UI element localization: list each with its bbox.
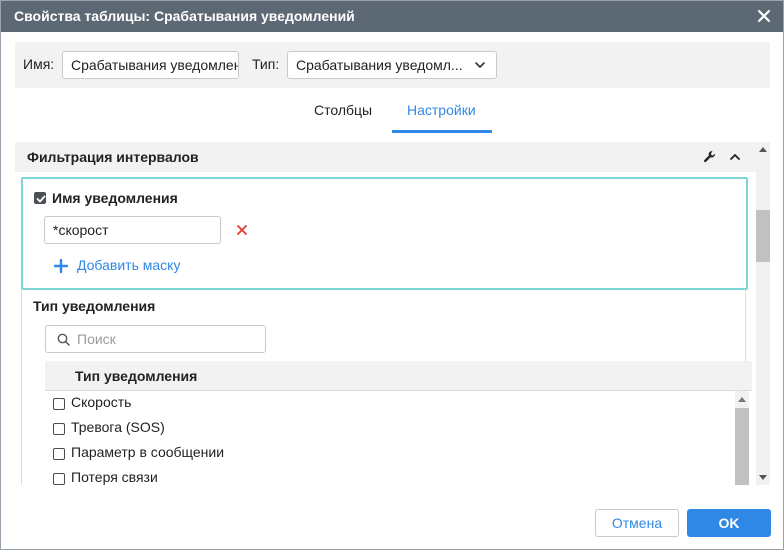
scroll-thumb[interactable] [756, 210, 770, 262]
interval-filter-header: Фильтрация интервалов [15, 142, 756, 172]
list-item[interactable]: Скорость [45, 391, 735, 416]
name-label: Имя: [23, 56, 55, 72]
type-select-value: Срабатывания уведомл... [296, 57, 463, 73]
tab-columns[interactable]: Столбцы [314, 102, 372, 118]
scroll-up-arrow-icon[interactable] [738, 397, 746, 402]
type-checkbox[interactable] [53, 473, 65, 485]
notification-type-filter: Тип уведомления Поиск Тип уведомления Ск… [21, 290, 752, 485]
notification-name-label: Имя уведомления [52, 190, 178, 206]
chevron-down-icon [475, 62, 485, 68]
search-icon [57, 333, 70, 346]
type-checkbox[interactable] [53, 448, 65, 460]
scroll-thumb[interactable] [735, 408, 749, 485]
type-select[interactable]: Срабатывания уведомл... [287, 51, 497, 79]
scroll-down-arrow-icon[interactable] [759, 475, 767, 480]
type-list-scrollbar[interactable] [735, 391, 749, 485]
type-item-label: Тревога (SOS) [71, 419, 165, 435]
wrench-icon[interactable] [703, 150, 717, 164]
list-item[interactable]: Тревога (SOS) [45, 416, 735, 441]
type-item-label: Потеря связи [71, 469, 158, 485]
type-checkbox[interactable] [53, 423, 65, 435]
search-placeholder: Поиск [77, 331, 116, 347]
type-item-label: Параметр в сообщении [71, 444, 225, 460]
scroll-up-arrow-icon[interactable] [759, 147, 767, 152]
properties-bar: Имя: Срабатывания уведомлени Тип: Срабат… [15, 42, 770, 88]
add-mask-label: Добавить маску [77, 257, 181, 273]
mask-input[interactable]: *скорост [44, 216, 221, 244]
notification-type-label: Тип уведомления [33, 298, 156, 314]
tab-settings[interactable]: Настройки [407, 102, 476, 118]
name-input[interactable]: Срабатывания уведомлени [62, 51, 239, 79]
interval-filter-title: Фильтрация интервалов [27, 149, 199, 165]
type-checkbox[interactable] [53, 398, 65, 410]
tab-bar: Столбцы Настройки [15, 88, 770, 134]
type-label: Тип: [252, 56, 280, 72]
chevron-up-icon[interactable] [729, 151, 741, 163]
delete-x-icon[interactable] [236, 224, 248, 236]
type-item-label: Скорость [71, 394, 132, 410]
type-table-header: Тип уведомления [45, 361, 752, 391]
settings-content: Фильтрация интервалов Имя уведомления *с… [15, 142, 756, 485]
notification-name-checkbox[interactable] [34, 192, 46, 204]
type-column-header[interactable]: Тип уведомления [75, 368, 197, 384]
close-icon[interactable] [755, 7, 773, 25]
ok-button[interactable]: OK [687, 509, 771, 537]
dialog-footer: Отмена OK [1, 485, 783, 549]
content-scrollbar[interactable] [756, 142, 770, 485]
active-tab-indicator [392, 130, 492, 133]
notification-name-filter: Имя уведомления *скорост Добавить маску [21, 177, 748, 290]
list-item[interactable]: Потеря связи [45, 466, 735, 485]
cancel-button[interactable]: Отмена [595, 509, 679, 537]
dialog-titlebar: Свойства таблицы: Срабатывания уведомлен… [1, 1, 783, 32]
plus-icon [54, 259, 68, 273]
dialog-title: Свойства таблицы: Срабатывания уведомлен… [14, 8, 355, 24]
type-list: Скорость Тревога (SOS) Параметр в сообще… [45, 391, 735, 485]
checkbox-checked-icon [36, 195, 46, 203]
table-properties-dialog: Свойства таблицы: Срабатывания уведомлен… [0, 0, 784, 550]
search-input[interactable]: Поиск [45, 325, 266, 353]
list-item[interactable]: Параметр в сообщении [45, 441, 735, 466]
